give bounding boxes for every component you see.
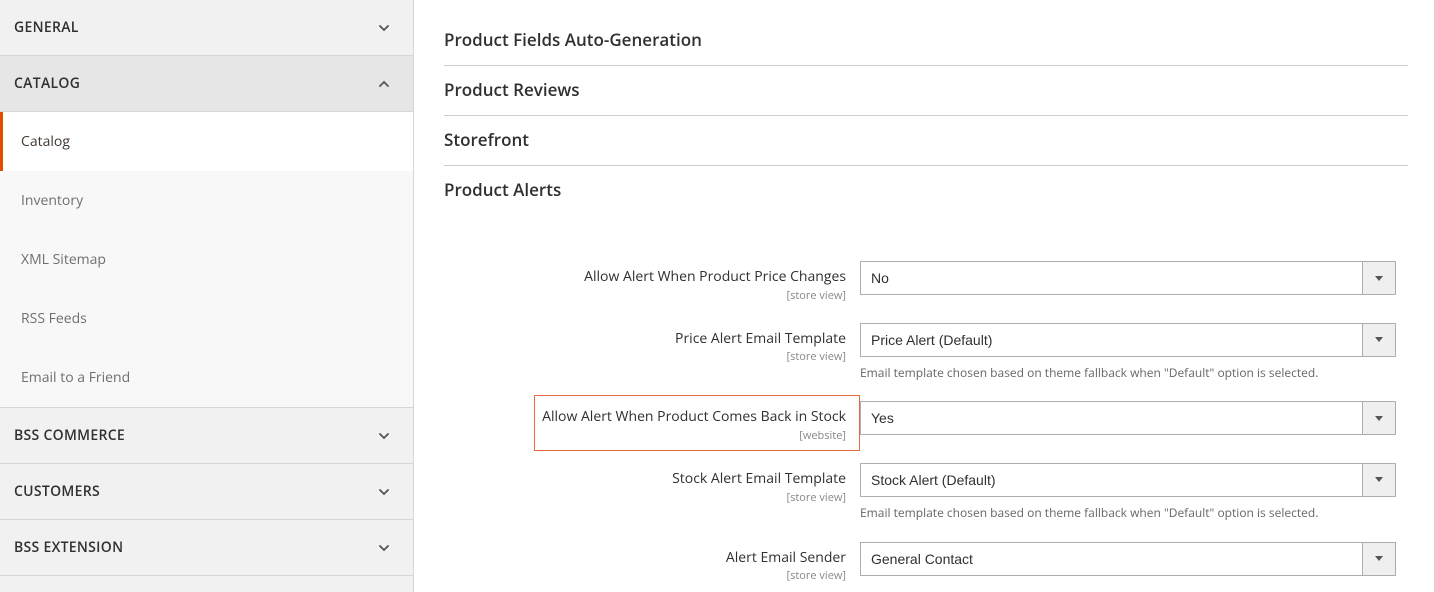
field-label: Price Alert Email Template [store view] [444,323,860,365]
chevron-down-icon [377,541,391,555]
sidebar-item-rss-feeds[interactable]: RSS Feeds [0,289,413,348]
sidebar-section-label: BSS COMMERCE [14,426,125,445]
label-text: Allow Alert When Product Comes Back in S… [542,407,846,426]
scope-label: [website] [444,428,846,443]
scope-label: [store view] [444,490,846,505]
field-input-col: Price Alert (Default) Email template cho… [860,323,1408,382]
sidebar: GENERAL CATALOG Catalog Inventory XML Si… [0,0,414,592]
field-input-col: Yes [860,401,1408,435]
label-text: Allow Alert When Product Price Changes [584,267,846,286]
sidebar-item-inventory[interactable]: Inventory [0,171,413,230]
select-input[interactable]: General Contact [860,542,1396,576]
sidebar-section-general[interactable]: GENERAL [0,0,413,56]
chevron-down-icon [377,21,391,35]
label-text: Alert Email Sender [726,548,846,567]
label-text: Stock Alert Email Template [672,469,846,488]
label-text: Price Alert Email Template [675,329,846,348]
sidebar-item-label: Catalog [21,132,70,151]
field-input-col: No [860,261,1408,295]
row-allow-stock-alert: Allow Alert When Product Comes Back in S… [444,401,1408,443]
sidebar-section-label: CUSTOMERS [14,482,100,501]
chevron-down-icon [377,485,391,499]
sidebar-item-xml-sitemap[interactable]: XML Sitemap [0,230,413,289]
row-stock-alert-template: Stock Alert Email Template [store view] … [444,463,1408,522]
product-alerts-form: Allow Alert When Product Price Changes [… [444,215,1408,583]
sidebar-section-label: CATALOG [14,74,80,93]
chevron-up-icon [377,77,391,91]
section-header-storefront[interactable]: Storefront [444,116,1408,166]
field-label: Alert Email Sender [store view] [444,542,860,584]
sidebar-item-label: Inventory [21,191,83,210]
select-input[interactable]: No [860,261,1396,295]
field-input-col: Stock Alert (Default) Email template cho… [860,463,1408,522]
select-stock-alert-template[interactable]: Stock Alert (Default) [860,463,1396,497]
row-alert-email-sender: Alert Email Sender [store view] General … [444,542,1408,584]
sidebar-section-label: GENERAL [14,18,79,37]
sidebar-item-catalog[interactable]: Catalog [0,112,413,171]
select-allow-price-alert[interactable]: No [860,261,1396,295]
chevron-down-icon [377,429,391,443]
sidebar-item-label: XML Sitemap [21,250,106,269]
sidebar-item-email-friend[interactable]: Email to a Friend [0,348,413,407]
select-input[interactable]: Yes [860,401,1396,435]
sidebar-item-label: Email to a Friend [21,368,130,387]
field-label: Stock Alert Email Template [store view] [444,463,860,505]
field-input-col: General Contact [860,542,1408,576]
section-header-auto-generation[interactable]: Product Fields Auto-Generation [444,18,1408,66]
select-alert-email-sender[interactable]: General Contact [860,542,1396,576]
section-header-product-alerts[interactable]: Product Alerts [444,166,1408,215]
sidebar-section-bss-extension[interactable]: BSS EXTENSION [0,520,413,576]
field-label: Allow Alert When Product Price Changes [… [444,261,860,303]
sidebar-section-bss-commerce[interactable]: BSS COMMERCE [0,408,413,464]
field-note: Email template chosen based on theme fal… [860,505,1408,522]
scope-label: [store view] [444,288,846,303]
field-label: Allow Alert When Product Comes Back in S… [444,401,860,443]
row-price-alert-template: Price Alert Email Template [store view] … [444,323,1408,382]
select-allow-stock-alert[interactable]: Yes [860,401,1396,435]
main-content: Product Fields Auto-Generation Product R… [414,0,1434,592]
sidebar-subitems-catalog: Catalog Inventory XML Sitemap RSS Feeds … [0,112,413,408]
row-allow-price-alert: Allow Alert When Product Price Changes [… [444,261,1408,303]
scope-label: [store view] [444,349,846,364]
select-input[interactable]: Stock Alert (Default) [860,463,1396,497]
select-price-alert-template[interactable]: Price Alert (Default) [860,323,1396,357]
sidebar-item-label: RSS Feeds [21,309,87,328]
field-note: Email template chosen based on theme fal… [860,365,1408,382]
scope-label: [store view] [444,568,846,583]
sidebar-section-customers[interactable]: CUSTOMERS [0,464,413,520]
select-input[interactable]: Price Alert (Default) [860,323,1396,357]
sidebar-section-catalog[interactable]: CATALOG [0,56,413,112]
section-header-product-reviews[interactable]: Product Reviews [444,66,1408,116]
sidebar-section-label: BSS EXTENSION [14,538,123,557]
